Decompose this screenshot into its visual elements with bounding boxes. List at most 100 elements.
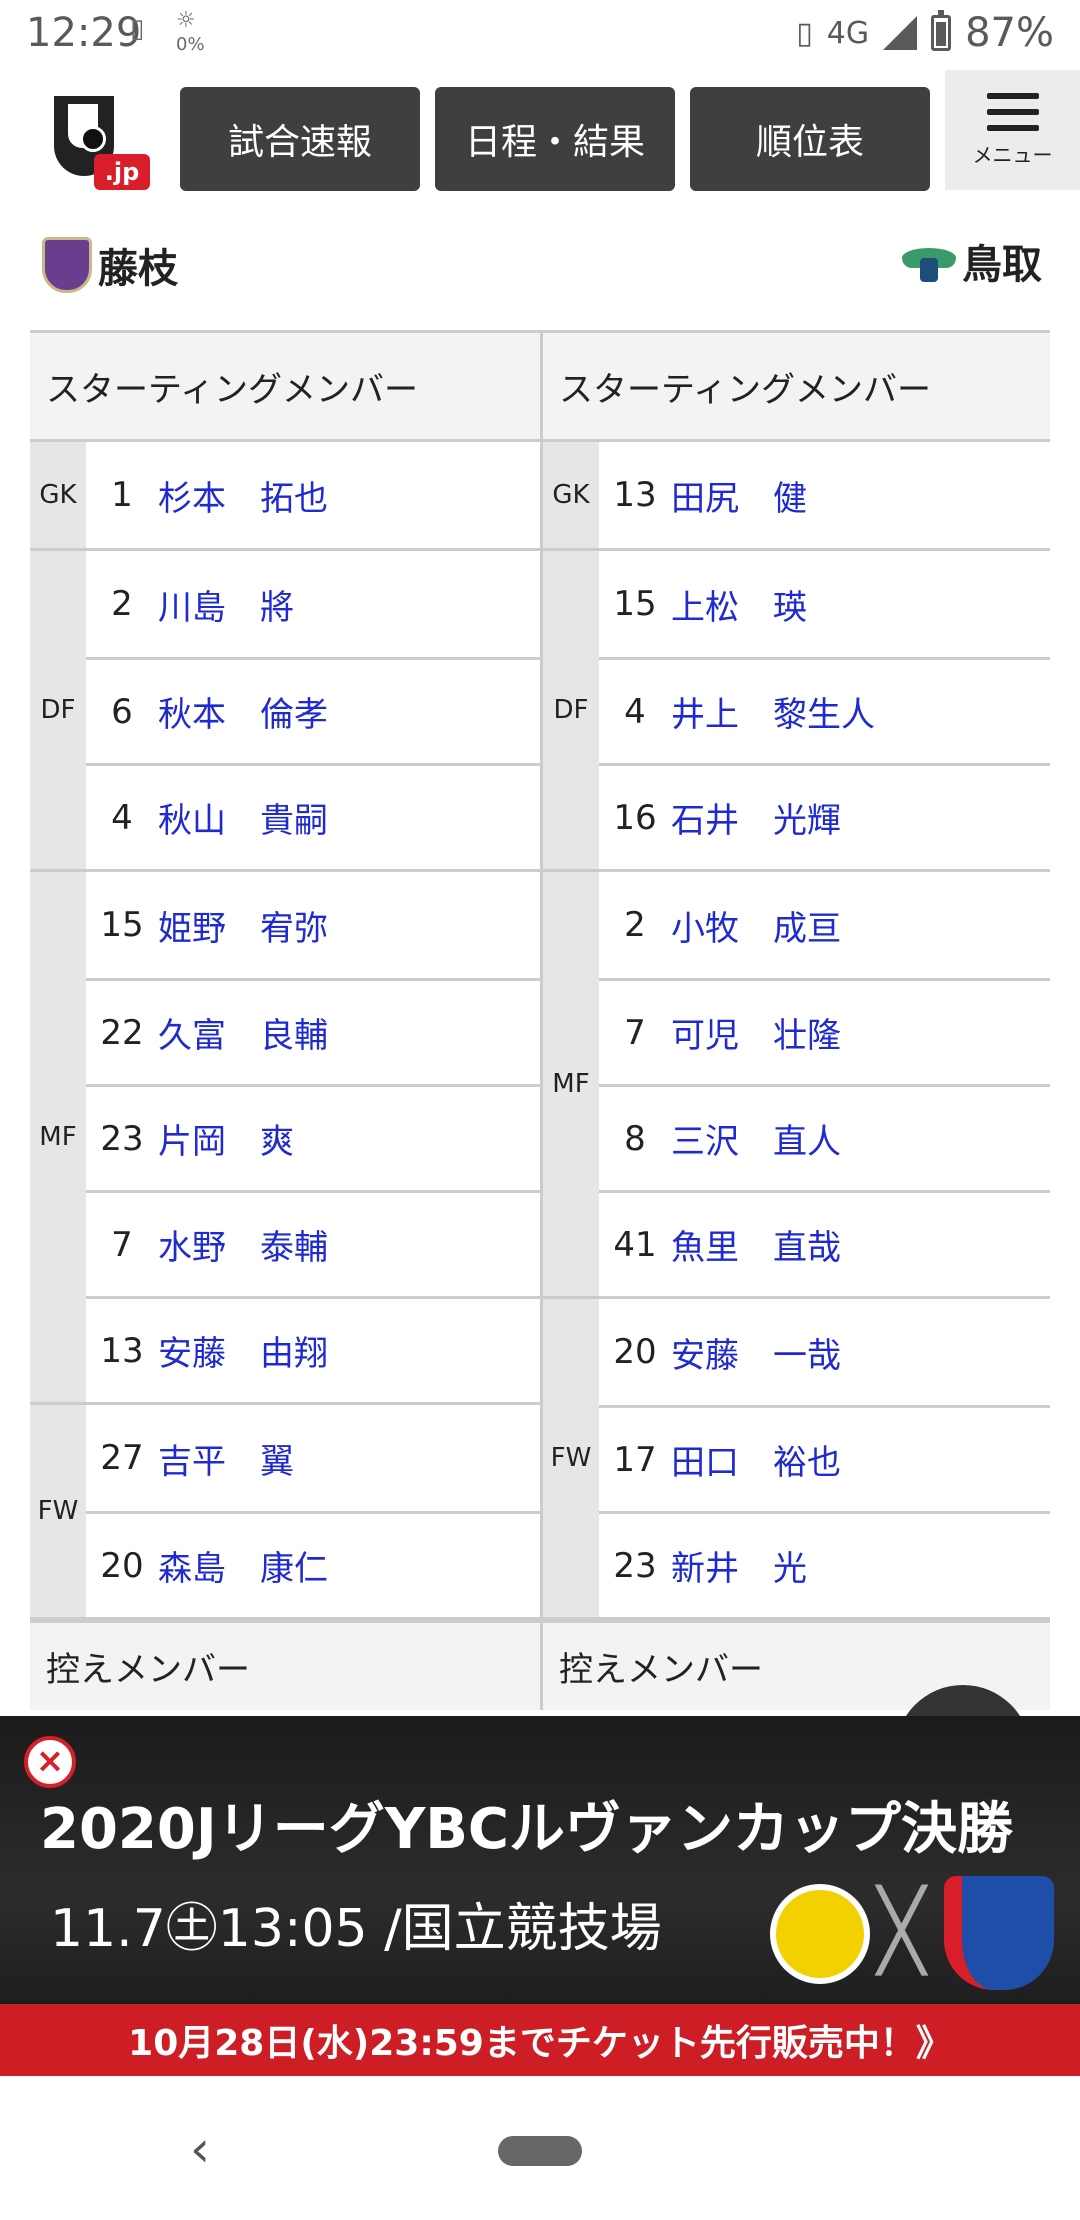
player-number: 2 [111,584,133,624]
position-label: FW [30,1405,86,1617]
position-group: FW 20 安藤 一哉 17 田口 裕也 23 新井 光 [543,1299,1050,1620]
screen: 12:29 ▯ ☼ 0% ▯ 4G 87% .jp 試合速報 日程・結果 順位表… [0,0,1080,2220]
away-team[interactable]: 鳥取 [902,232,1042,290]
player-row: 1 杉本 拓也 [86,442,540,548]
home-team[interactable]: 藤枝 [42,236,178,294]
player-number: 2 [624,905,646,945]
player-name-link[interactable]: 吉平 翼 [158,1434,294,1483]
player-name-link[interactable]: 石井 光輝 [671,793,841,842]
position-group: DF 15 上松 瑛 4 井上 黎生人 16 石井 光輝 [543,551,1050,872]
player-row: 22 久富 良輔 [86,978,540,1084]
player-name-link[interactable]: 小牧 成亘 [671,901,841,950]
back-icon[interactable]: ‹ [190,2120,210,2178]
status-time: 12:29 [26,10,142,56]
position-group: DF 2 川島 將 6 秋本 倫孝 4 秋山 貴嗣 [30,551,540,872]
player-name-link[interactable]: 田尻 健 [671,471,807,520]
player-row: 4 井上 黎生人 [599,657,1050,763]
position-label: MF [30,872,86,1402]
position-label: GK [30,442,86,548]
player-number: 1 [111,475,133,515]
logo-jp: .jp [94,154,150,190]
player-name-link[interactable]: 可児 壮隆 [671,1008,841,1057]
player-number: 13 [613,475,657,515]
status-bar: 12:29 ▯ ☼ 0% ▯ 4G 87% [0,0,1080,74]
nav-standings-button[interactable]: 順位表 [690,87,930,191]
player-name-link[interactable]: 久富 良輔 [158,1008,328,1057]
player-number: 4 [624,691,646,732]
vibrate-icon: ▯ [796,15,813,51]
player-name-link[interactable]: 杉本 拓也 [158,471,328,520]
home-crest-icon [42,237,92,293]
player-number: 22 [100,1012,144,1053]
position-group: GK 1 杉本 拓也 [30,442,540,551]
player-row: 2 川島 將 [86,551,540,657]
close-icon[interactable]: × [24,1736,76,1788]
player-name-link[interactable]: 安藤 由翔 [158,1326,328,1375]
player-name-link[interactable]: 水野 泰輔 [158,1220,328,1269]
player-number: 20 [613,1332,657,1372]
jleague-logo[interactable]: .jp [54,96,150,192]
player-row: 20 安藤 一哉 [599,1299,1050,1405]
position-label: DF [543,551,599,869]
home-subs-header: 控えメンバー [30,1620,540,1710]
player-number: 13 [100,1330,144,1371]
away-crest-icon [902,238,956,284]
data-rate: 0% [176,34,205,55]
player-number: 15 [613,584,657,624]
home-team-name: 藤枝 [98,246,178,292]
player-name-link[interactable]: 新井 光 [671,1541,807,1590]
player-number: 15 [100,905,144,945]
home-pill-icon[interactable] [498,2136,582,2166]
player-name-link[interactable]: 上松 瑛 [671,580,807,629]
player-name-link[interactable]: 秋本 倫孝 [158,687,328,736]
signal-icon [883,16,918,50]
player-number: 20 [100,1545,144,1586]
away-lineup: スターティングメンバー GK 13 田尻 健 DF 15 上松 瑛 4 井上 黎生人 16 石井 … [540,333,1050,1620]
player-name-link[interactable]: 秋山 貴嗣 [158,793,328,842]
ad-banner[interactable]: × 2020JリーグYBCルヴァンカップ決勝 11.7㊏13:05 /国立競技場… [0,1716,1080,2076]
player-row: 7 可児 壮隆 [599,978,1050,1084]
player-row: 41 魚里 直哉 [599,1190,1050,1296]
menu-label: メニュー [972,142,1053,167]
player-row: 2 小牧 成亘 [599,872,1050,978]
versus-icon: ╳ [878,1886,925,1976]
player-row: 23 新井 光 [599,1511,1050,1617]
brightness-icon: ☼ [176,8,196,33]
ad-ticket-link[interactable]: 10月28日(水)23:59までチケット先行販売中！》 [0,2004,1080,2076]
player-number: 27 [100,1438,144,1478]
player-name-link[interactable]: 三沢 直人 [671,1114,841,1163]
nav-live-button[interactable]: 試合速報 [180,87,420,191]
menu-button[interactable]: メニュー [945,70,1080,190]
player-name-link[interactable]: 井上 黎生人 [671,687,875,736]
ad-date: 11.7㊏13:05 /国立競技場 [50,1899,662,1959]
away-starting-header: スターティングメンバー [543,333,1050,442]
player-name-link[interactable]: 魚里 直哉 [671,1220,841,1269]
nav-schedule-button[interactable]: 日程・結果 [435,87,675,191]
player-row: 20 森島 康仁 [86,1511,540,1617]
player-row: 23 片岡 爽 [86,1084,540,1190]
ball-icon [80,126,106,152]
player-number: 8 [624,1118,646,1159]
position-label: DF [30,551,86,869]
player-row: 16 石井 光輝 [599,763,1050,869]
away-team-name: 鳥取 [962,242,1042,288]
fc-tokyo-crest-icon [944,1876,1054,1990]
player-name-link[interactable]: 田口 裕也 [671,1435,841,1484]
position-label: GK [543,442,599,548]
player-name-link[interactable]: 片岡 爽 [158,1114,294,1163]
player-name-link[interactable]: 川島 將 [158,580,294,629]
player-name-link[interactable]: 森島 康仁 [158,1541,328,1590]
player-row: 13 田尻 健 [599,442,1050,548]
position-label: MF [543,872,599,1296]
player-name-link[interactable]: 姫野 宥弥 [158,901,328,950]
player-number: 41 [613,1224,657,1265]
ad-title: 2020JリーグYBCルヴァンカップ決勝 [40,1797,1014,1862]
position-group: MF 15 姫野 宥弥 22 久富 良輔 23 片岡 爽 7 水野 泰輔 13 安藤 由翔 [30,872,540,1405]
player-number: 23 [613,1545,657,1586]
player-number: 4 [111,797,133,838]
player-row: 13 安藤 由翔 [86,1296,540,1402]
player-number: 7 [111,1224,133,1265]
home-starting-header: スターティングメンバー [30,333,540,442]
player-name-link[interactable]: 安藤 一哉 [671,1328,841,1377]
network-type: 4G [826,15,870,51]
